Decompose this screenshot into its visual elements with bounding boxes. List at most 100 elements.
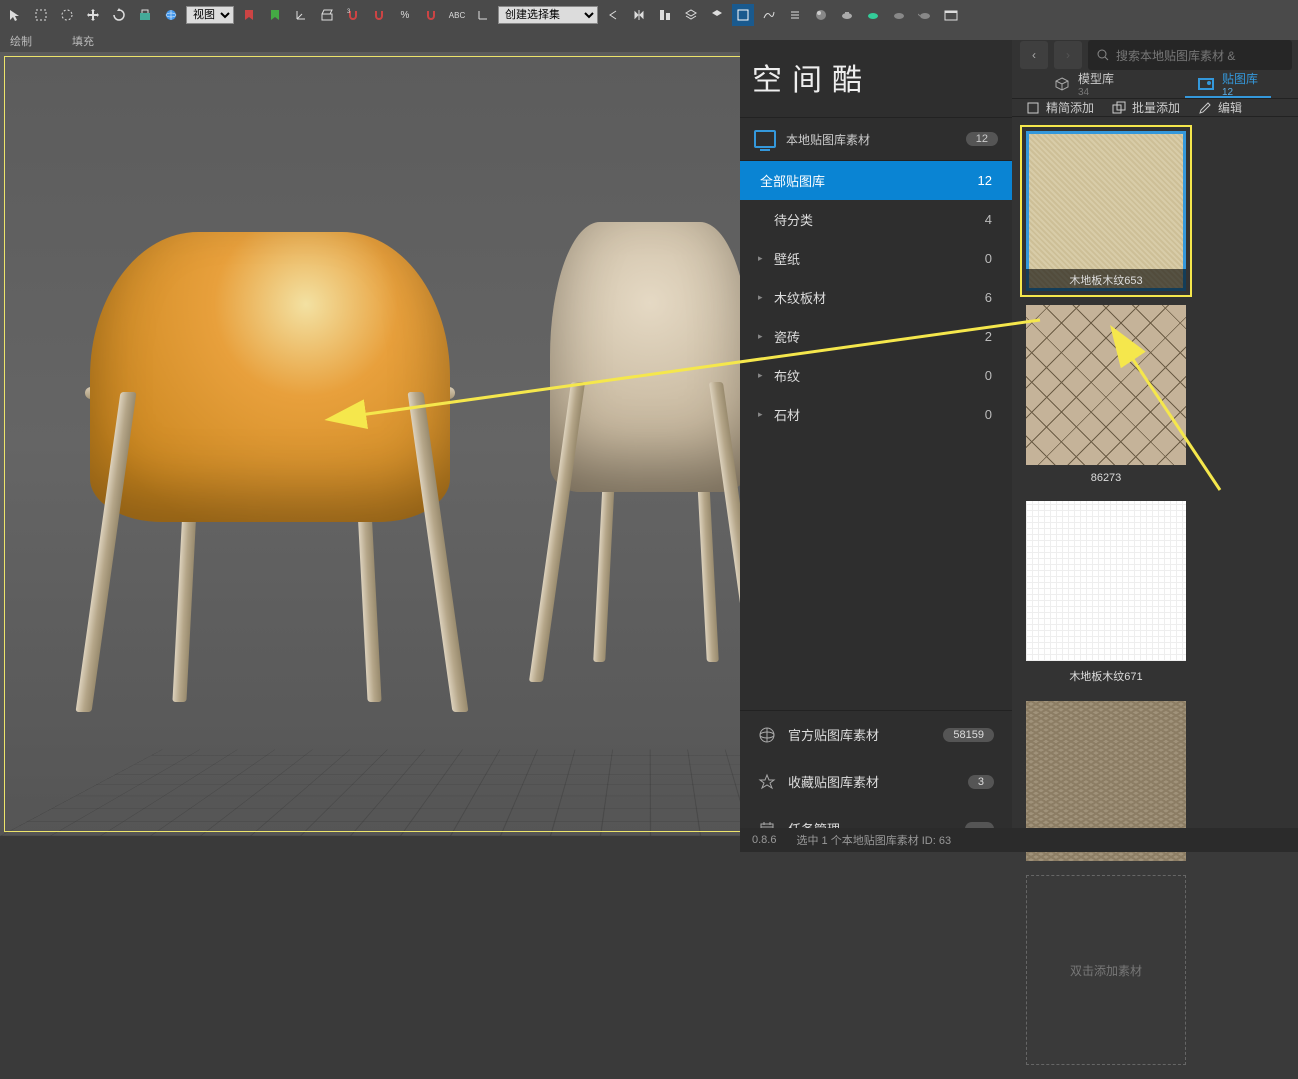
caret-icon: ▸ [758, 370, 763, 381]
local-library-section[interactable]: 本地贴图库素材 12 [740, 118, 1012, 161]
panel-sidebar: 空间酷 本地贴图库素材 12 全部贴图库12待分类4▸壁纸0▸木纹板材6▸瓷砖2… [740, 40, 1012, 852]
search-icon [1096, 48, 1110, 62]
material-label: 木地板木纹671 [1026, 665, 1186, 687]
category-count: 0 [985, 407, 992, 422]
panel-title: 空间酷 [740, 40, 1012, 118]
simple-add-button[interactable]: 精简添加 [1026, 99, 1094, 116]
category-label: 石材 [774, 405, 800, 424]
graph-icon[interactable] [758, 4, 780, 26]
bookmark2-icon[interactable] [264, 4, 286, 26]
category-label: 待分类 [774, 210, 813, 229]
fill-label: 填充 [72, 33, 94, 49]
scale-icon[interactable] [134, 4, 156, 26]
status-message: 选中 1 个本地贴图库素材 ID: 63 [796, 832, 951, 848]
arrow-left-icon[interactable] [602, 4, 624, 26]
nav-back-button[interactable]: ‹ [1020, 41, 1048, 69]
globe-outline-icon [758, 726, 776, 744]
category-item[interactable]: ▸布纹0 [740, 356, 1012, 395]
main-toolbar: 视图 3 % ABC 创建选择集 [0, 0, 1298, 30]
teapot2-icon[interactable] [862, 4, 884, 26]
window-icon[interactable] [732, 4, 754, 26]
layers2-icon[interactable] [706, 4, 728, 26]
image-icon [1198, 78, 1214, 90]
material-card[interactable]: 木地板木纹653 [1026, 131, 1186, 291]
category-item[interactable]: ▸ 石材 0 [740, 395, 1012, 434]
material-card[interactable]: 86273 [1026, 305, 1186, 487]
create-selection-set[interactable]: 创建选择集 [498, 6, 598, 24]
star-icon [758, 773, 776, 791]
category-item[interactable]: ▸ 壁纸 0 [740, 239, 1012, 278]
magnet-angle-icon[interactable] [368, 4, 390, 26]
category-label: 全部贴图库 [760, 171, 825, 190]
mirror-icon[interactable] [628, 4, 650, 26]
material-thumbnail [1026, 305, 1186, 465]
chair-orange[interactable] [90, 232, 450, 522]
magnet3-icon[interactable]: 3 [342, 4, 364, 26]
caret-icon: ▸ [758, 331, 763, 342]
favorites-library[interactable]: 收藏贴图库素材 3 [740, 758, 1012, 805]
caret-icon: ▸ [758, 409, 763, 420]
pencil-icon [1198, 101, 1212, 115]
search-input[interactable]: 搜索本地贴图库素材 & [1088, 40, 1292, 70]
add-material-placeholder[interactable]: 双击添加素材 [1026, 875, 1186, 1065]
list-icon[interactable] [784, 4, 806, 26]
globe-icon[interactable] [160, 4, 182, 26]
grid-icon[interactable] [316, 4, 338, 26]
percent-icon[interactable]: % [394, 4, 416, 26]
action-bar: 精简添加 批量添加 编辑 [1012, 99, 1298, 117]
chair-wood[interactable] [550, 222, 750, 492]
squares-icon [1112, 101, 1126, 115]
tab-texture-library[interactable]: 贴图库 12 [1156, 70, 1298, 98]
tab-model-library[interactable]: 模型库 34 [1012, 70, 1156, 98]
layers-icon[interactable] [680, 4, 702, 26]
magnet-icon[interactable] [420, 4, 442, 26]
panel-statusbar: 0.8.6 选中 1 个本地贴图库素材 ID: 63 [740, 828, 1298, 852]
align-icon[interactable] [654, 4, 676, 26]
bookmark-icon[interactable] [238, 4, 260, 26]
category-count: 2 [985, 329, 992, 344]
local-lib-label: 本地贴图库素材 [786, 131, 870, 148]
material-card[interactable]: 木地板木纹671 [1026, 501, 1186, 687]
window2-icon[interactable] [940, 4, 962, 26]
category-count: 4 [985, 212, 992, 227]
material-label: 86273 [1026, 469, 1186, 487]
sphere-icon[interactable] [810, 4, 832, 26]
category-item[interactable]: ▸ 瓷砖 2 [740, 317, 1012, 356]
batch-add-button[interactable]: 批量添加 [1112, 99, 1180, 116]
category-item[interactable]: ▸木纹板材6 [740, 278, 1012, 317]
marquee-icon[interactable] [30, 4, 52, 26]
draw-label: 绘制 [10, 33, 32, 49]
view-select[interactable]: 视图 [186, 6, 234, 24]
category-label: 瓷砖 [774, 327, 800, 346]
axis-icon[interactable] [290, 4, 312, 26]
category-count: 0 [985, 368, 992, 383]
category-item[interactable]: 待分类 4 [740, 200, 1012, 239]
circle-marquee-icon[interactable] [56, 4, 78, 26]
axis2-icon[interactable] [472, 4, 494, 26]
category-label: 木纹板材 [774, 288, 826, 307]
panel-header: ‹ › 搜索本地贴图库素材 & [1012, 40, 1298, 70]
caret-icon: ▸ [758, 292, 763, 303]
panel-content: ‹ › 搜索本地贴图库素材 & 模型库 34 贴图库 12 [1012, 40, 1298, 852]
arrow-tool-icon[interactable] [4, 4, 26, 26]
official-library[interactable]: 官方贴图库素材 58159 [740, 711, 1012, 758]
material-grid: 木地板木纹653 86273 木地板木纹671 双击添加素材 [1012, 117, 1298, 1079]
teapot1-icon[interactable] [836, 4, 858, 26]
teapot4-icon[interactable] [914, 4, 936, 26]
edit-button[interactable]: 编辑 [1198, 99, 1242, 116]
square-icon [1026, 101, 1040, 115]
category-label: 壁纸 [774, 249, 800, 268]
version-label: 0.8.6 [752, 834, 776, 846]
abc-icon[interactable]: ABC [446, 4, 468, 26]
material-thumbnail [1026, 501, 1186, 661]
local-lib-count: 12 [966, 132, 998, 146]
teapot3-icon[interactable] [888, 4, 910, 26]
nav-forward-button[interactable]: › [1054, 41, 1082, 69]
category-item[interactable]: 全部贴图库12 [740, 161, 1012, 200]
caret-icon: ▸ [758, 253, 763, 264]
material-panel: 空间酷 本地贴图库素材 12 全部贴图库12待分类4▸壁纸0▸木纹板材6▸瓷砖2… [740, 40, 1298, 852]
category-count: 0 [985, 251, 992, 266]
move-icon[interactable] [82, 4, 104, 26]
monitor-icon [754, 130, 776, 148]
rotate-icon[interactable] [108, 4, 130, 26]
